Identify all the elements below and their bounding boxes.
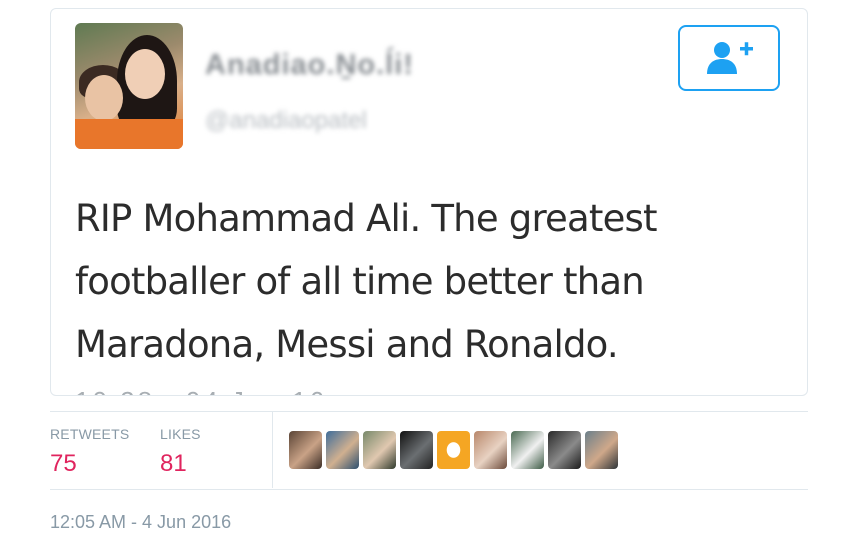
- tweet-text: RIP Mohammad Ali. The greatest footballe…: [75, 187, 775, 376]
- tweet-text-line: RIP Mohammad Ali. The greatest: [75, 197, 658, 240]
- liker-avatar[interactable]: [585, 431, 618, 469]
- tweet-timestamp[interactable]: 12:05 AM - 4 Jun 2016: [50, 512, 231, 533]
- liker-avatar[interactable]: [548, 431, 581, 469]
- liker-avatar[interactable]: [437, 431, 470, 469]
- display-name[interactable]: Anadiao.Ṉo.ĺiǃ: [205, 49, 414, 82]
- liker-avatar[interactable]: [289, 431, 322, 469]
- liker-avatar[interactable]: [400, 431, 433, 469]
- likes-label[interactable]: LIKES: [160, 426, 201, 442]
- liker-avatar[interactable]: [511, 431, 544, 469]
- embedded-timestamp: 10:28 . 04 Jun 16: [75, 386, 327, 395]
- follow-button[interactable]: [678, 25, 780, 91]
- retweets-count[interactable]: 75: [50, 450, 77, 478]
- tweet-card: Anadiao.Ṉo.ĺiǃ @anadiaopatel RIP Mohamma…: [50, 8, 808, 396]
- retweets-label[interactable]: RETWEETS: [50, 426, 129, 442]
- avatar[interactable]: [75, 23, 183, 149]
- user-handle[interactable]: @anadiaopatel: [205, 107, 367, 135]
- stats-divider: [272, 412, 273, 488]
- liker-avatar[interactable]: [474, 431, 507, 469]
- tweet-text-line: Maradona, Messi and Ronaldo.: [75, 323, 619, 366]
- add-user-icon: [707, 42, 753, 74]
- liker-avatar[interactable]: [326, 431, 359, 469]
- liker-avatars: [289, 431, 618, 469]
- tweet-stats: RETWEETS 75 LIKES 81: [50, 411, 808, 490]
- tweet-text-line: footballer of all time better than: [75, 260, 645, 303]
- liker-avatar[interactable]: [363, 431, 396, 469]
- likes-count[interactable]: 81: [160, 450, 187, 478]
